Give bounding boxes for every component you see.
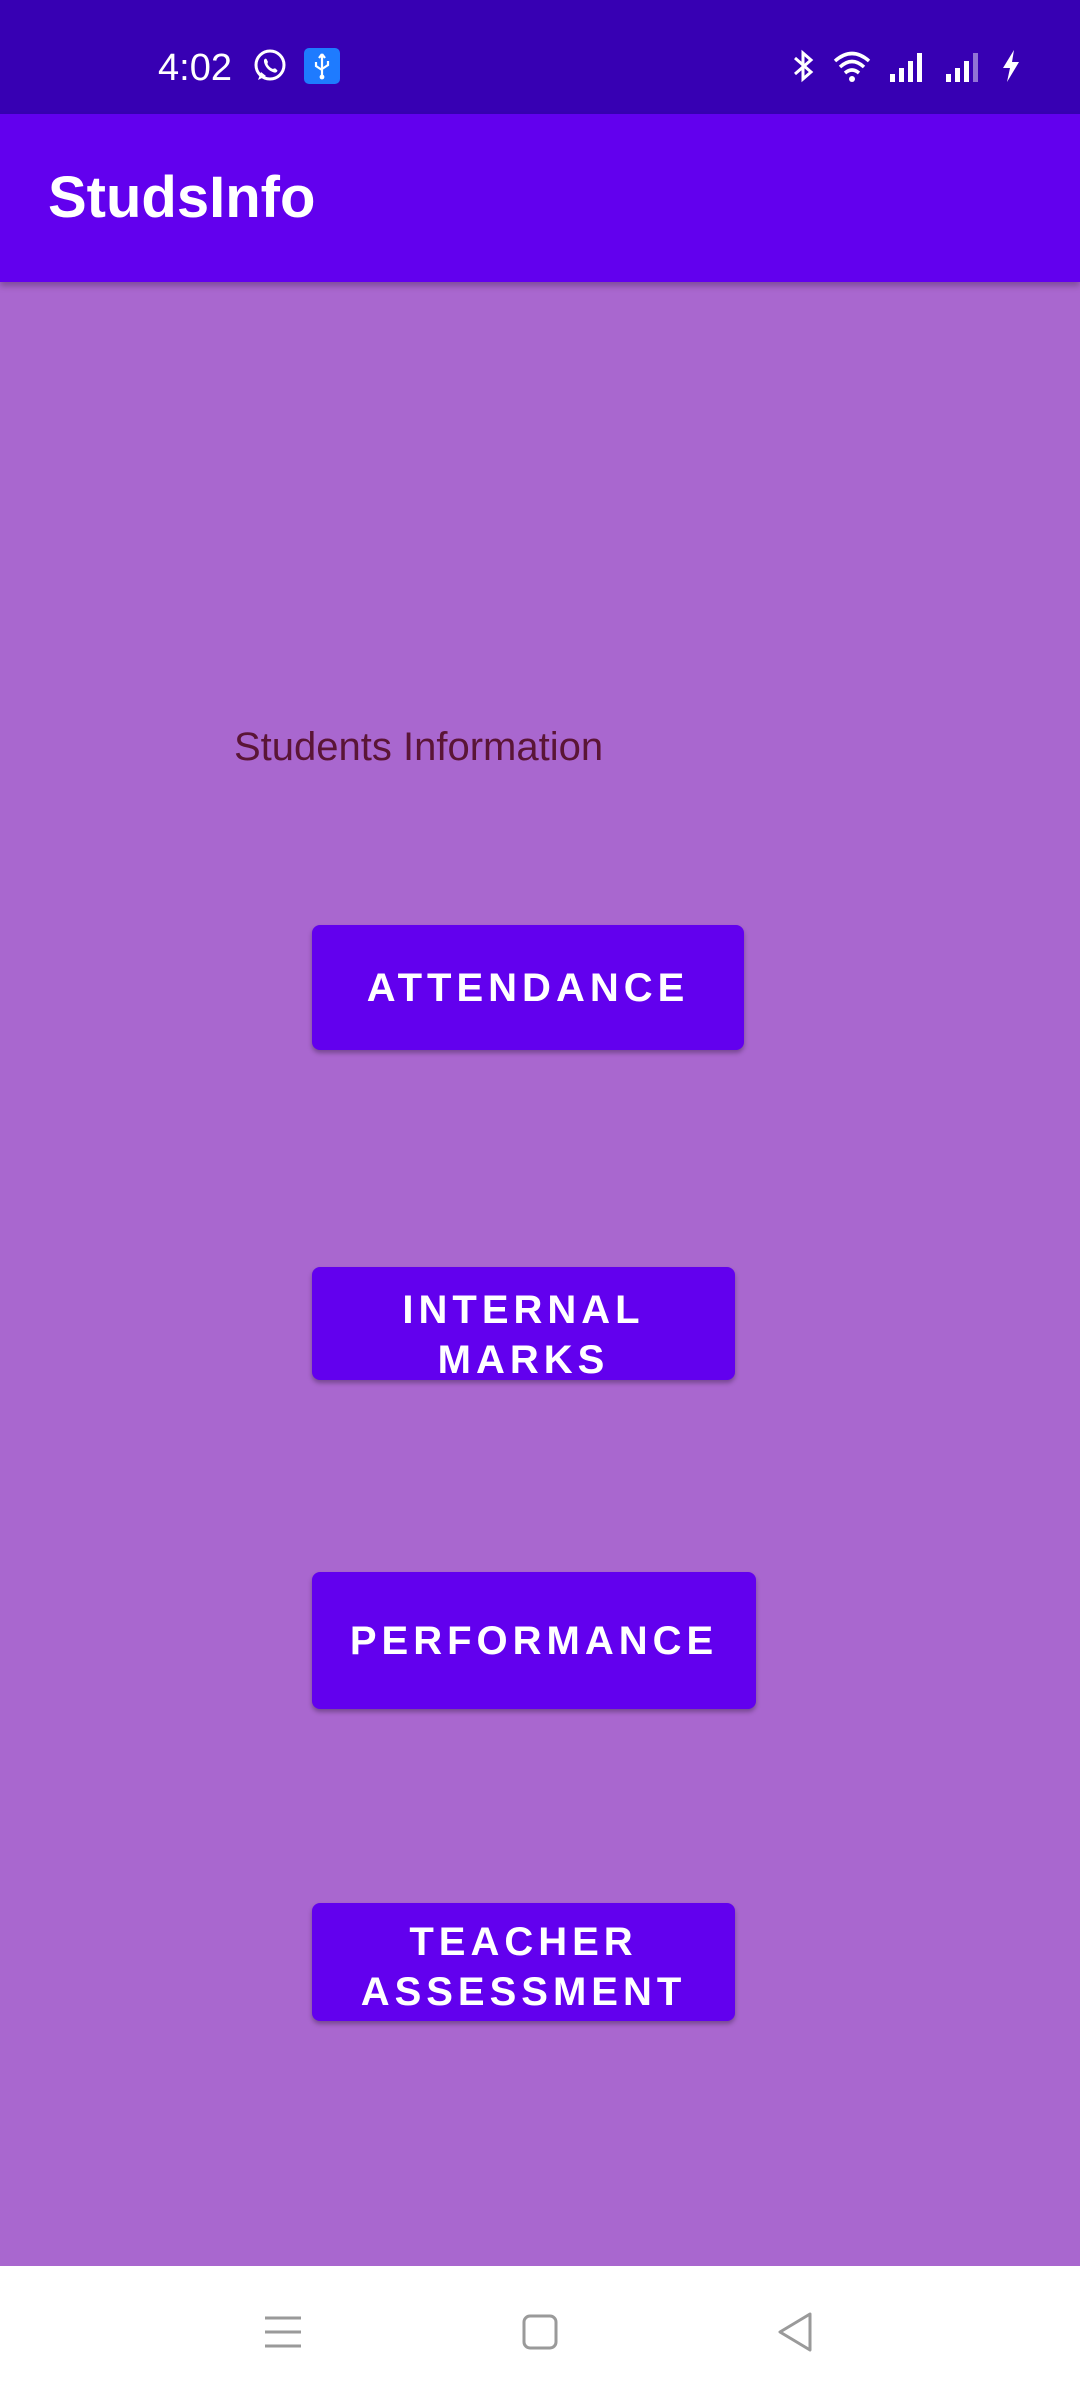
status-right-icons: [790, 44, 1022, 92]
status-bar: 4:02: [0, 0, 1080, 114]
signal-icon-2: [944, 48, 984, 89]
app-bar: StudsInfo: [0, 114, 1080, 282]
charging-icon: [1000, 48, 1022, 89]
menu-icon[interactable]: [262, 2310, 304, 2359]
students-information-heading: Students Information: [234, 725, 604, 769]
internal-marks-button[interactable]: INTERNAL MARKS: [312, 1267, 735, 1380]
app-screen: 4:02 StudsInfo Students Information ATTE…: [0, 0, 1080, 2400]
performance-button[interactable]: PERFORMANCE: [312, 1572, 756, 1709]
performance-button-label: PERFORMANCE: [349, 1618, 719, 1663]
wifi-icon: [832, 48, 872, 89]
back-icon[interactable]: [774, 2310, 816, 2359]
app-title: StudsInfo: [48, 165, 316, 230]
status-time: 4:02: [158, 47, 232, 89]
signal-icon: [888, 48, 928, 89]
navigation-bar: [0, 2266, 1080, 2400]
attendance-button[interactable]: ATTENDANCE: [312, 925, 744, 1050]
whatsapp-icon: [252, 48, 288, 89]
bluetooth-icon: [790, 48, 816, 89]
internal-marks-button-label: INTERNAL MARKS: [402, 1288, 645, 1380]
teacher-assessment-button[interactable]: TEACHER ASSESSMENT: [312, 1903, 735, 2021]
status-left-icons: [252, 44, 340, 92]
home-icon[interactable]: [520, 2310, 560, 2359]
usb-debug-icon: [304, 47, 340, 89]
attendance-button-label: ATTENDANCE: [366, 965, 690, 1010]
teacher-assessment-button-label: TEACHER ASSESSMENT: [360, 1920, 687, 2014]
